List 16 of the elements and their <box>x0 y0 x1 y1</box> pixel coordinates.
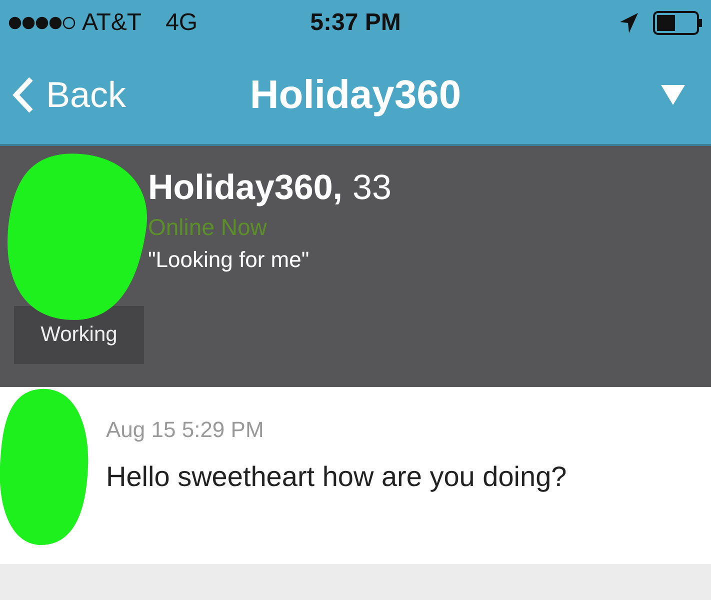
clock-time: 5:37 PM <box>310 9 401 37</box>
nav-title: Holiday360 <box>250 72 462 118</box>
profile-age: 33 <box>352 168 392 208</box>
location-arrow-icon <box>619 12 639 34</box>
carrier-name: AT&T <box>82 9 142 37</box>
signal-icon <box>8 16 76 30</box>
profile-tagline: "Looking for me" <box>148 247 310 273</box>
chevron-left-icon <box>12 76 34 114</box>
dropdown-button[interactable] <box>661 85 685 105</box>
profile-name: Holiday360, <box>148 168 343 208</box>
battery-icon <box>653 11 703 35</box>
network-type: 4G <box>166 9 198 37</box>
message-row[interactable]: Aug 15 5:29 PM Hello sweetheart how are you doing? <box>0 387 711 564</box>
online-status: Online Now <box>148 214 268 241</box>
message-text: Hello sweetheart how are you doing? <box>106 461 567 493</box>
message-time: Aug 15 5:29 PM <box>106 417 265 443</box>
